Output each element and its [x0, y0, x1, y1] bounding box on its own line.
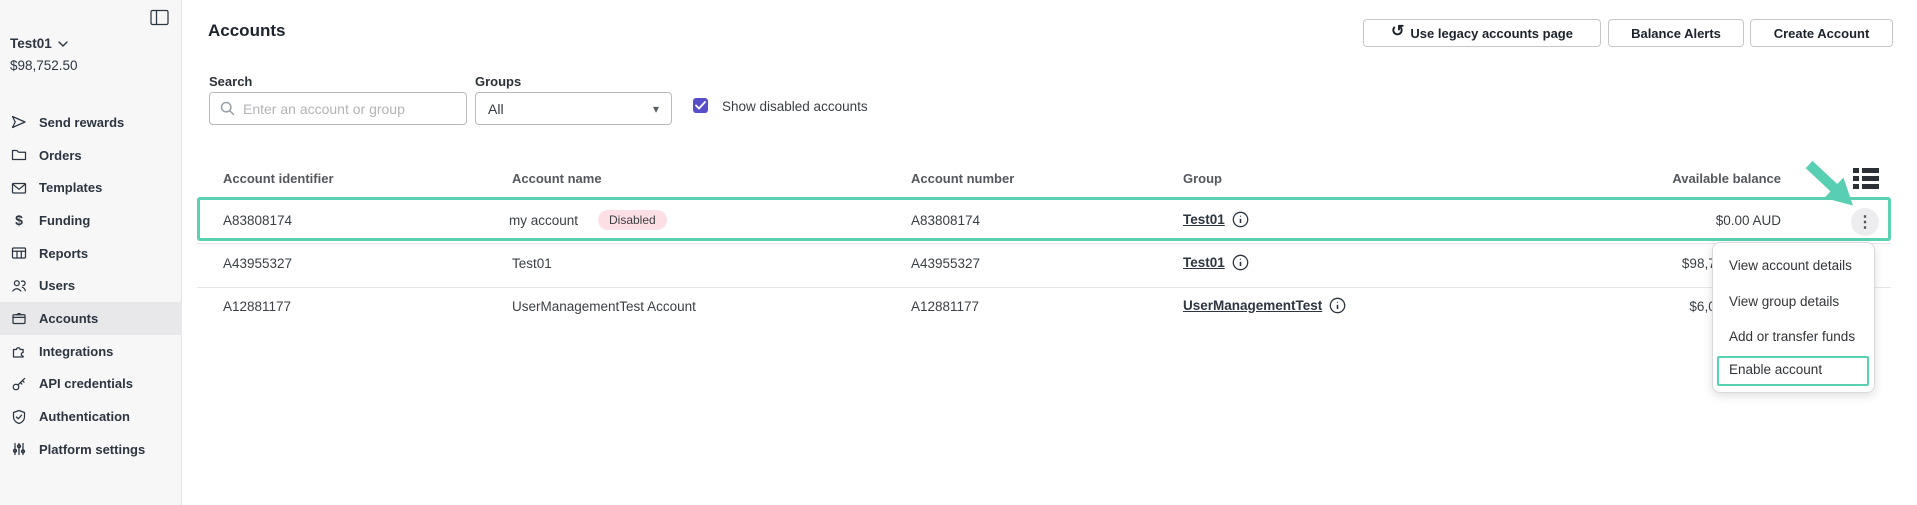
- info-icon[interactable]: [1329, 297, 1346, 314]
- row1-identifier: A83808174: [223, 213, 292, 228]
- groups-select[interactable]: All ▾: [475, 92, 672, 125]
- row-context-menu: View account details View group details …: [1712, 242, 1875, 393]
- undo-icon: ↺: [1391, 24, 1404, 40]
- row1-status-badge: Disabled: [598, 210, 667, 230]
- create-account-button[interactable]: Create Account: [1750, 19, 1893, 47]
- envelope-icon: [10, 179, 28, 197]
- row1-name: my account: [509, 213, 578, 228]
- col-group: Group: [1183, 171, 1222, 186]
- menu-item-add-or-transfer-funds[interactable]: Add or transfer funds: [1729, 329, 1855, 344]
- balance-alerts-button[interactable]: Balance Alerts: [1608, 19, 1744, 47]
- search-input-wrapper: [209, 92, 467, 125]
- col-account-identifier: Account identifier: [223, 171, 334, 186]
- org-switcher: Test01 $98,752.50: [10, 36, 78, 73]
- sidebar-item-platform-settings[interactable]: Platform settings: [0, 433, 182, 466]
- highlight-annotation-menu-item: [1717, 356, 1869, 386]
- row2-number: A43955327: [911, 256, 980, 271]
- sliders-icon: [10, 440, 28, 458]
- accounts-box-icon: [10, 309, 28, 327]
- org-name-label: Test01: [10, 36, 52, 51]
- row2-name: Test01: [512, 256, 552, 271]
- row2-identifier: A43955327: [223, 256, 292, 271]
- row3-group-cell: UserManagementTest: [1183, 297, 1346, 314]
- page-title: Accounts: [208, 21, 285, 41]
- accounts-page: Test01 $98,752.50 Send rewards Orders Te…: [0, 0, 1917, 505]
- sidebar: Test01 $98,752.50 Send rewards Orders Te…: [0, 0, 182, 505]
- groups-label: Groups: [475, 74, 521, 89]
- magnifier-icon: [220, 101, 235, 116]
- col-account-name: Account name: [512, 171, 602, 186]
- groups-select-value: All: [488, 101, 504, 117]
- caret-down-icon: ▾: [653, 102, 659, 116]
- row3-name: UserManagementTest Account: [512, 299, 696, 314]
- row3-identifier: A12881177: [223, 299, 291, 314]
- sidebar-collapse-icon[interactable]: [150, 9, 170, 26]
- col-available-balance: Available balance: [1580, 171, 1781, 186]
- show-disabled-label[interactable]: Show disabled accounts: [722, 99, 868, 114]
- use-legacy-accounts-button[interactable]: ↺ Use legacy accounts page: [1363, 19, 1601, 47]
- dollar-icon: $: [10, 211, 28, 229]
- row1-number: A83808174: [911, 213, 980, 228]
- sidebar-item-integrations[interactable]: Integrations: [0, 335, 182, 368]
- row1-kebab-menu-button[interactable]: ⋮: [1851, 208, 1879, 236]
- search-input[interactable]: [243, 101, 456, 117]
- row2-group-cell: Test01: [1183, 254, 1249, 271]
- chevron-down-icon: [58, 41, 68, 47]
- users-icon: [10, 277, 28, 295]
- puzzle-icon: [10, 342, 28, 360]
- row3-number: A12881177: [911, 299, 979, 314]
- sidebar-item-authentication[interactable]: Authentication: [0, 400, 182, 433]
- menu-item-view-account-details[interactable]: View account details: [1729, 258, 1852, 273]
- row1-group-cell: Test01: [1183, 211, 1249, 228]
- sidebar-item-send-rewards[interactable]: Send rewards: [0, 106, 182, 139]
- info-icon[interactable]: [1232, 211, 1249, 228]
- sidebar-item-funding[interactable]: $ Funding: [0, 204, 182, 237]
- report-table-icon: [10, 244, 28, 262]
- menu-item-view-group-details[interactable]: View group details: [1729, 294, 1839, 309]
- folder-icon: [10, 146, 28, 164]
- row1-group-link[interactable]: Test01: [1183, 212, 1225, 227]
- sidebar-item-templates[interactable]: Templates: [0, 171, 182, 204]
- sidebar-item-api-credentials[interactable]: API credentials: [0, 368, 182, 401]
- shield-check-icon: [10, 408, 28, 426]
- sidebar-item-accounts[interactable]: Accounts: [0, 302, 182, 335]
- col-account-number: Account number: [911, 171, 1014, 186]
- row-divider: [197, 243, 1891, 244]
- row-divider: [197, 287, 1891, 288]
- show-disabled-checkbox[interactable]: [693, 98, 708, 113]
- sidebar-item-reports[interactable]: Reports: [0, 237, 182, 270]
- sidebar-item-users[interactable]: Users: [0, 269, 182, 302]
- row3-group-link[interactable]: UserManagementTest: [1183, 298, 1322, 313]
- check-icon: [695, 101, 706, 110]
- sidebar-item-orders[interactable]: Orders: [0, 139, 182, 172]
- org-balance: $98,752.50: [10, 58, 78, 73]
- key-icon: [10, 375, 28, 393]
- sidebar-nav: Send rewards Orders Templates $ Funding …: [0, 106, 182, 466]
- paper-plane-icon: [10, 113, 28, 131]
- info-icon[interactable]: [1232, 254, 1249, 271]
- search-label: Search: [209, 74, 252, 89]
- row1-balance: $0.00 AUD: [1580, 213, 1781, 228]
- row2-group-link[interactable]: Test01: [1183, 255, 1225, 270]
- org-name[interactable]: Test01: [10, 36, 78, 51]
